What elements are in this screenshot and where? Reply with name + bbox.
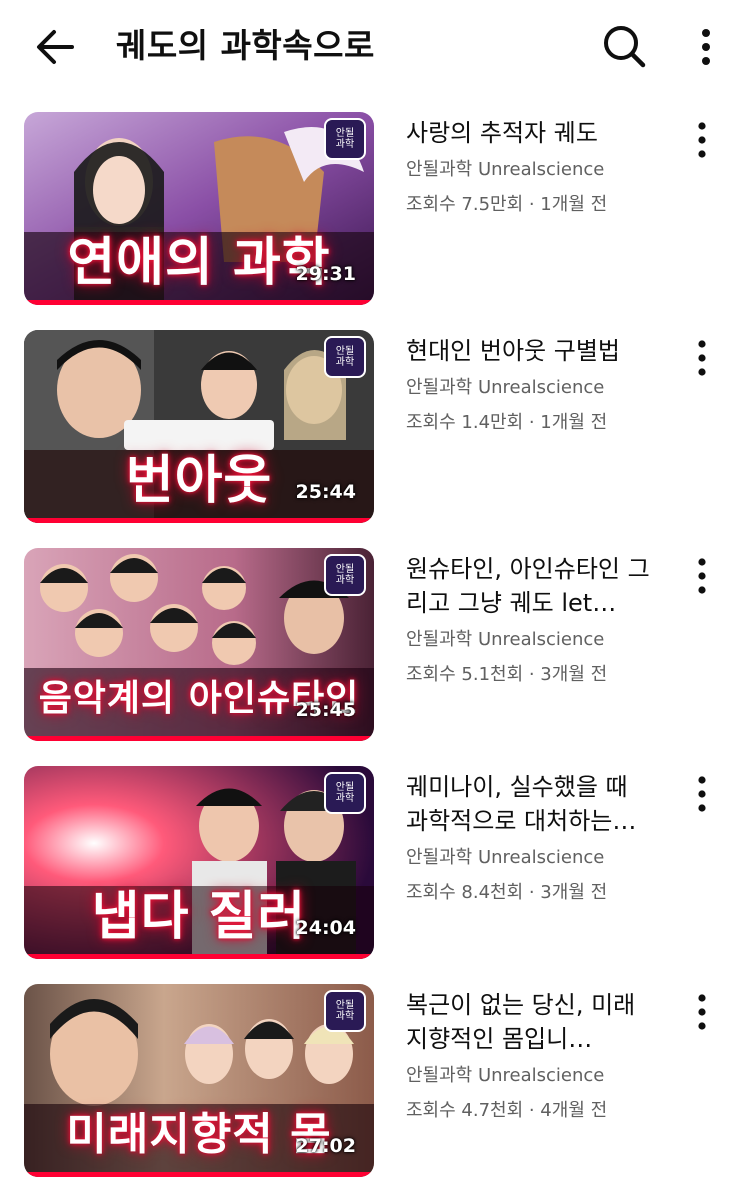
video-list-item[interactable]: 안될 과학 음악계의 아인슈타인 25:45 원슈타인, 아인슈타인 그리고 그냥… (0, 548, 749, 744)
channel-badge: 안될 과학 (324, 990, 366, 1032)
watch-progress-bar (24, 1172, 374, 1177)
video-duration: 27:02 (295, 1135, 356, 1157)
video-more-button[interactable] (684, 554, 720, 598)
channel-badge: 안될 과학 (324, 772, 366, 814)
back-button[interactable] (30, 22, 80, 72)
video-meta: 조회수 8.4천회 · 3개월 전 (406, 882, 608, 903)
channel-badge: 안될 과학 (324, 554, 366, 596)
more-vertical-icon (698, 122, 706, 158)
video-list-item[interactable]: 안될 과학 번아웃 25:44 현대인 번아웃 구별법 안될과학 Unrealsc… (0, 330, 749, 526)
video-more-button[interactable] (684, 990, 720, 1034)
more-vertical-icon (698, 558, 706, 594)
video-thumbnail[interactable]: 안될 과학 냅다 질러 24:04 (24, 766, 374, 959)
video-meta: 조회수 7.5만회 · 1개월 전 (406, 194, 608, 215)
channel-badge: 안될 과학 (324, 118, 366, 160)
channel-name[interactable]: 안될과학 Unrealscience (406, 375, 656, 401)
video-meta: 조회수 4.7천회 · 4개월 전 (406, 1100, 608, 1121)
more-vertical-icon (698, 994, 706, 1030)
video-thumbnail[interactable]: 안될 과학 번아웃 25:44 (24, 330, 374, 523)
video-more-button[interactable] (684, 118, 720, 162)
video-title[interactable]: 현대인 번아웃 구별법 (406, 334, 651, 368)
video-info[interactable]: 복근이 없는 당신, 미래지향적인 몸입니… 안될과학 Unrealscienc… (406, 988, 656, 1124)
watch-progress-bar (24, 300, 374, 305)
arrow-left-icon (37, 30, 74, 64)
channel-badge: 안될 과학 (324, 336, 366, 378)
video-meta: 조회수 5.1천회 · 3개월 전 (406, 664, 608, 685)
video-info[interactable]: 궤미나이, 실수했을 때 과학적으로 대처하는… 안될과학 Unrealscie… (406, 770, 656, 906)
video-more-button[interactable] (684, 336, 720, 380)
video-list-item[interactable]: 안될 과학 냅다 질러 24:04 궤미나이, 실수했을 때 과학적으로 대처하는… (0, 766, 749, 962)
more-vertical-icon (702, 29, 710, 65)
video-list-item[interactable]: 안될 과학 연애의 과학 29:31 사랑의 추적자 궤도 안될과학 Unreal… (0, 112, 749, 308)
video-title[interactable]: 원슈타인, 아인슈타인 그리고 그냥 궤도 let… (406, 552, 651, 620)
video-thumbnail[interactable]: 안될 과학 미래지향적 몸 27:02 (24, 984, 374, 1177)
video-info[interactable]: 사랑의 추적자 궤도 안될과학 Unrealscience 조회수 7.5만회 … (406, 116, 656, 218)
video-duration: 24:04 (295, 917, 356, 939)
video-more-button[interactable] (684, 772, 720, 816)
video-duration: 25:44 (295, 481, 356, 503)
watch-progress-bar (24, 518, 374, 523)
video-info[interactable]: 현대인 번아웃 구별법 안될과학 Unrealscience 조회수 1.4만회… (406, 334, 656, 436)
video-title[interactable]: 궤미나이, 실수했을 때 과학적으로 대처하는… (406, 770, 651, 838)
video-thumbnail[interactable]: 안될 과학 음악계의 아인슈타인 25:45 (24, 548, 374, 741)
more-vertical-icon (698, 340, 706, 376)
search-button[interactable] (598, 20, 650, 72)
page-title: 궤도의 과학속으로 (116, 26, 375, 65)
watch-progress-bar (24, 954, 374, 959)
channel-name[interactable]: 안될과학 Unrealscience (406, 845, 656, 871)
channel-name[interactable]: 안될과학 Unrealscience (406, 627, 656, 653)
video-thumbnail[interactable]: 안될 과학 연애의 과학 29:31 (24, 112, 374, 305)
video-title[interactable]: 복근이 없는 당신, 미래지향적인 몸입니… (406, 988, 651, 1056)
more-options-button[interactable] (688, 22, 724, 72)
video-info[interactable]: 원슈타인, 아인슈타인 그리고 그냥 궤도 let… 안될과학 Unrealsc… (406, 552, 656, 688)
video-duration: 25:45 (295, 699, 356, 721)
video-title[interactable]: 사랑의 추적자 궤도 (406, 116, 651, 150)
video-duration: 29:31 (295, 263, 356, 285)
channel-name[interactable]: 안될과학 Unrealscience (406, 1063, 656, 1089)
watch-progress-bar (24, 736, 374, 741)
search-icon (604, 26, 646, 68)
more-vertical-icon (698, 776, 706, 812)
channel-name[interactable]: 안될과학 Unrealscience (406, 157, 656, 183)
video-meta: 조회수 1.4만회 · 1개월 전 (406, 412, 608, 433)
top-app-bar: 궤도의 과학속으로 (0, 0, 749, 92)
video-list-item[interactable]: 안될 과학 미래지향적 몸 27:02 복근이 없는 당신, 미래지향적인 몸입니… (0, 984, 749, 1180)
